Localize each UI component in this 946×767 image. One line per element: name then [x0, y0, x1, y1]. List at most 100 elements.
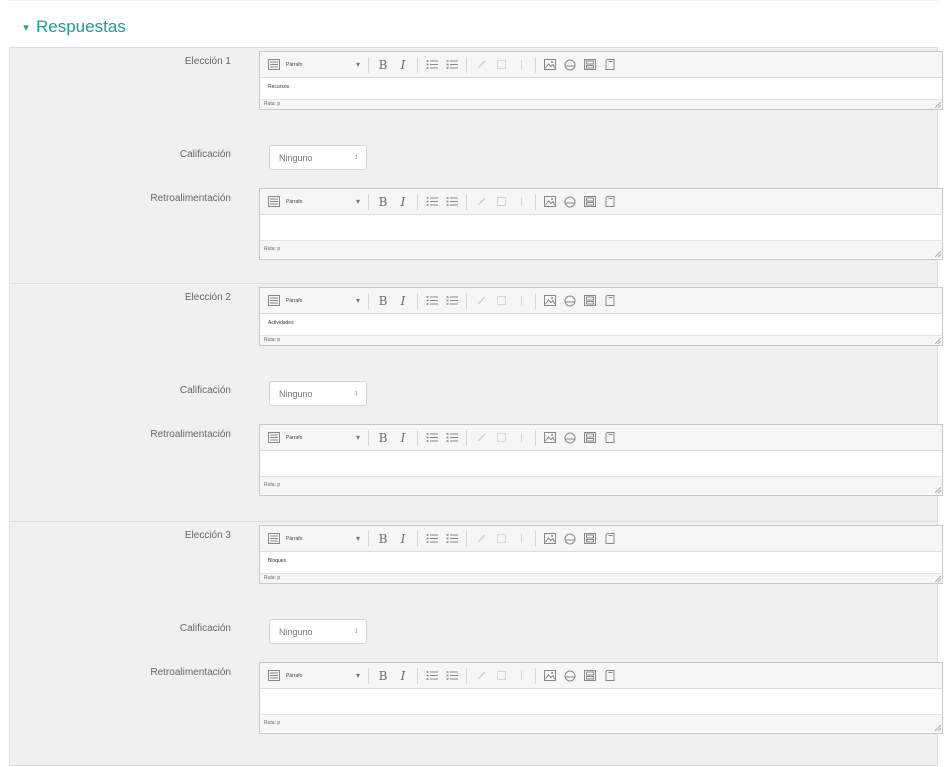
link-icon[interactable]: [471, 292, 491, 310]
feedback-editor[interactable]: Párrafo ▾ B I Ruta: p: [259, 188, 943, 260]
italic-button[interactable]: I: [393, 56, 413, 74]
chevron-down-icon[interactable]: ▾: [22, 21, 30, 34]
unlink-icon[interactable]: [491, 530, 511, 548]
italic-button[interactable]: I: [393, 429, 413, 447]
section-title[interactable]: Respuestas: [36, 17, 126, 37]
toolbar-toggle-icon[interactable]: [264, 193, 284, 211]
media-icon[interactable]: [560, 56, 580, 74]
unlink-icon[interactable]: [491, 56, 511, 74]
unordered-list-icon[interactable]: [422, 429, 442, 447]
editor-content-area[interactable]: Bloques: [260, 552, 942, 574]
answer-editor[interactable]: Párrafo ▾ B I: [259, 525, 943, 584]
paragraph-format-select[interactable]: Párrafo ▾: [284, 530, 364, 548]
bold-button[interactable]: B: [373, 667, 393, 685]
save-icon[interactable]: [600, 667, 620, 685]
bold-button[interactable]: B: [373, 193, 393, 211]
italic-button[interactable]: I: [393, 667, 413, 685]
image-icon[interactable]: [540, 667, 560, 685]
ordered-list-icon[interactable]: [442, 292, 462, 310]
toolbar-toggle-icon[interactable]: [264, 667, 284, 685]
ordered-list-icon[interactable]: [442, 667, 462, 685]
unordered-list-icon[interactable]: [422, 193, 442, 211]
paragraph-format-select[interactable]: Párrafo ▾: [284, 667, 364, 685]
anchor-icon[interactable]: [511, 292, 531, 310]
media-icon[interactable]: [560, 193, 580, 211]
save-icon[interactable]: [600, 530, 620, 548]
resize-handle-icon[interactable]: [935, 576, 941, 582]
toolbar-toggle-icon[interactable]: [264, 530, 284, 548]
resize-handle-icon[interactable]: [935, 487, 941, 493]
bold-button[interactable]: B: [373, 429, 393, 447]
anchor-icon[interactable]: [511, 193, 531, 211]
toolbar-toggle-icon[interactable]: [264, 292, 284, 310]
media-icon[interactable]: [560, 530, 580, 548]
ordered-list-icon[interactable]: [442, 56, 462, 74]
save-icon[interactable]: [600, 193, 620, 211]
editor-content-area[interactable]: [260, 689, 942, 715]
media-icon[interactable]: [560, 292, 580, 310]
italic-button[interactable]: I: [393, 292, 413, 310]
file-manager-icon[interactable]: [580, 193, 600, 211]
image-icon[interactable]: [540, 530, 560, 548]
unlink-icon[interactable]: [491, 193, 511, 211]
media-icon[interactable]: [560, 667, 580, 685]
italic-button[interactable]: I: [393, 530, 413, 548]
image-icon[interactable]: [540, 56, 560, 74]
link-icon[interactable]: [471, 193, 491, 211]
resize-handle-icon[interactable]: [935, 102, 941, 108]
answer-editor[interactable]: Párrafo ▾ B I: [259, 287, 943, 346]
link-icon[interactable]: [471, 56, 491, 74]
resize-handle-icon[interactable]: [935, 338, 941, 344]
media-icon[interactable]: [560, 429, 580, 447]
file-manager-icon[interactable]: [580, 667, 600, 685]
bold-button[interactable]: B: [373, 292, 393, 310]
file-manager-icon[interactable]: [580, 56, 600, 74]
paragraph-format-select[interactable]: Párrafo ▾: [284, 292, 364, 310]
unlink-icon[interactable]: [491, 667, 511, 685]
file-manager-icon[interactable]: [580, 530, 600, 548]
grade-select[interactable]: Ninguno ↕: [269, 619, 367, 644]
toolbar-toggle-icon[interactable]: [264, 429, 284, 447]
ordered-list-icon[interactable]: [442, 193, 462, 211]
grade-select[interactable]: Ninguno ↕: [269, 145, 367, 170]
unlink-icon[interactable]: [491, 429, 511, 447]
file-manager-icon[interactable]: [580, 429, 600, 447]
image-icon[interactable]: [540, 292, 560, 310]
ordered-list-icon[interactable]: [442, 429, 462, 447]
save-icon[interactable]: [600, 56, 620, 74]
link-icon[interactable]: [471, 429, 491, 447]
unordered-list-icon[interactable]: [422, 56, 442, 74]
anchor-icon[interactable]: [511, 530, 531, 548]
paragraph-format-select[interactable]: Párrafo ▾: [284, 193, 364, 211]
editor-content-area[interactable]: [260, 215, 942, 241]
ordered-list-icon[interactable]: [442, 530, 462, 548]
anchor-icon[interactable]: [511, 56, 531, 74]
link-icon[interactable]: [471, 530, 491, 548]
image-icon[interactable]: [540, 429, 560, 447]
editor-content-area[interactable]: [260, 451, 942, 477]
italic-button[interactable]: I: [393, 193, 413, 211]
answer-editor[interactable]: Párrafo ▾ B I: [259, 51, 943, 110]
paragraph-format-select[interactable]: Párrafo ▾: [284, 429, 364, 447]
bold-button[interactable]: B: [373, 56, 393, 74]
unordered-list-icon[interactable]: [422, 292, 442, 310]
save-icon[interactable]: [600, 429, 620, 447]
unordered-list-icon[interactable]: [422, 530, 442, 548]
image-icon[interactable]: [540, 193, 560, 211]
editor-content-area[interactable]: Recursos: [260, 78, 942, 100]
resize-handle-icon[interactable]: [935, 251, 941, 257]
section-header-respuestas[interactable]: ▾ Respuestas: [22, 14, 126, 40]
resize-handle-icon[interactable]: [935, 725, 941, 731]
toolbar-toggle-icon[interactable]: [264, 56, 284, 74]
feedback-editor[interactable]: Párrafo ▾ B I Ruta: p: [259, 424, 943, 496]
file-manager-icon[interactable]: [580, 292, 600, 310]
link-icon[interactable]: [471, 667, 491, 685]
editor-content-area[interactable]: Actividades: [260, 314, 942, 336]
feedback-editor[interactable]: Párrafo ▾ B I Ruta: p: [259, 662, 943, 734]
anchor-icon[interactable]: [511, 429, 531, 447]
unlink-icon[interactable]: [491, 292, 511, 310]
paragraph-format-select[interactable]: Párrafo ▾: [284, 56, 364, 74]
save-icon[interactable]: [600, 292, 620, 310]
bold-button[interactable]: B: [373, 530, 393, 548]
unordered-list-icon[interactable]: [422, 667, 442, 685]
